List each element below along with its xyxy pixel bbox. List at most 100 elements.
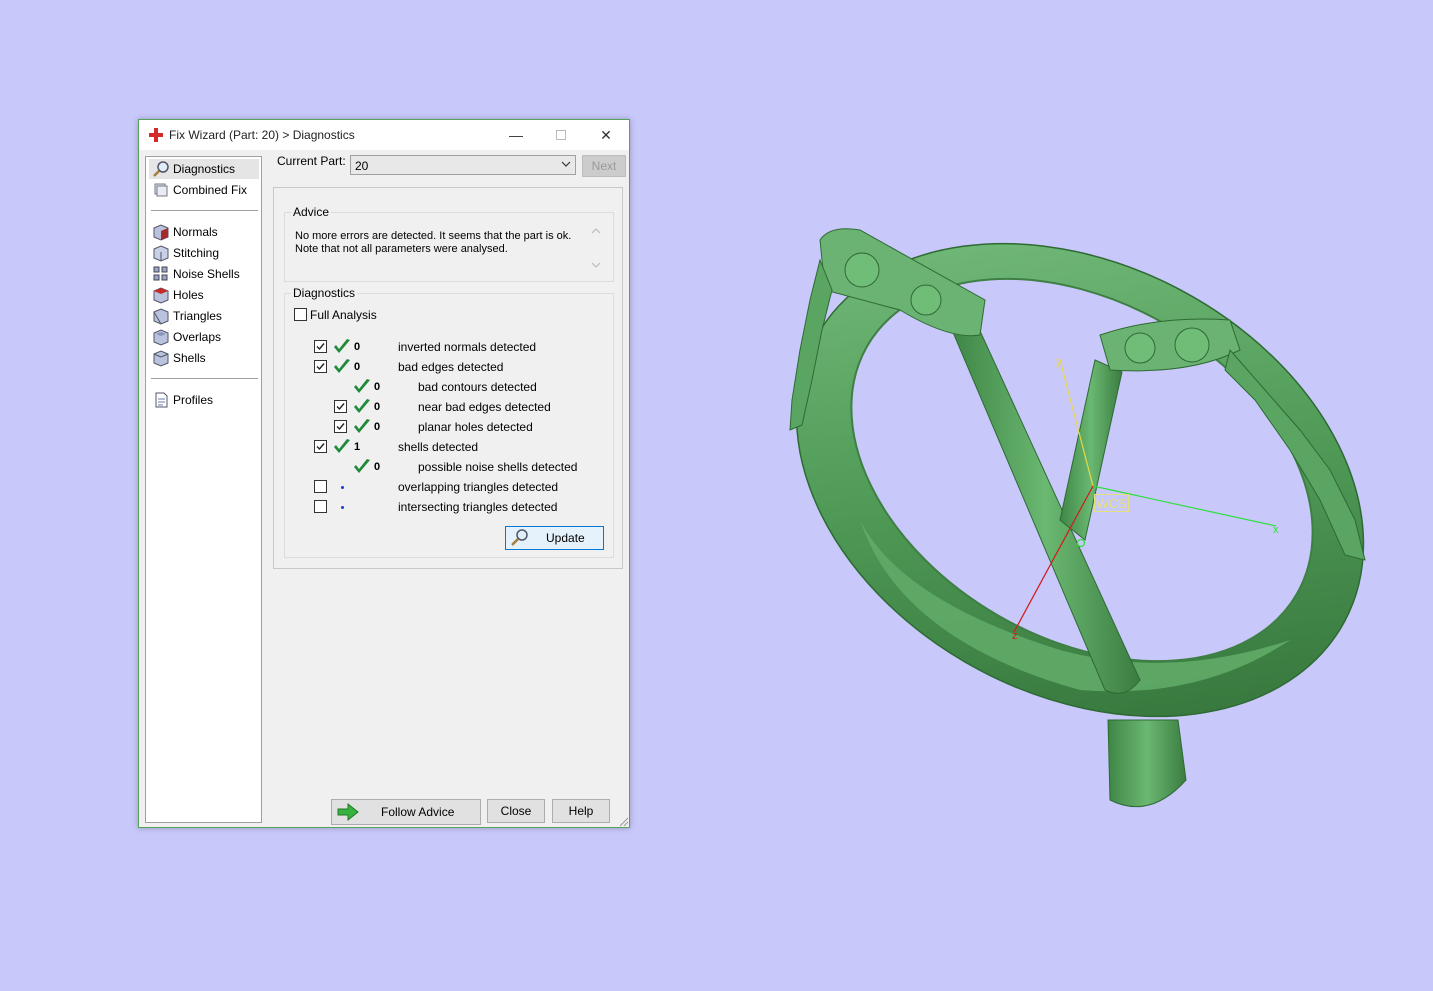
sidebar-item-label: Diagnostics bbox=[173, 162, 236, 176]
diagnostic-checkbox[interactable] bbox=[314, 340, 327, 353]
status-ok-icon bbox=[354, 399, 370, 413]
next-button[interactable]: Next bbox=[582, 155, 626, 177]
minimize-button[interactable]: — bbox=[493, 120, 539, 150]
diagnostic-label: possible noise shells detected bbox=[418, 460, 578, 474]
sidebar-item-combined-fix[interactable]: Combined Fix bbox=[149, 180, 259, 200]
update-button[interactable]: Update bbox=[505, 526, 604, 550]
diagnostic-label: intersecting triangles detected bbox=[398, 500, 558, 514]
diagnostic-count: 0 bbox=[374, 381, 381, 393]
profiles-icon bbox=[155, 392, 168, 408]
diagnostic-row: 0 near bad edges detected bbox=[285, 398, 605, 416]
sidebar-item-label: Stitching bbox=[173, 246, 220, 260]
resize-grip-icon[interactable] bbox=[617, 815, 629, 827]
sidebar-item-label: Holes bbox=[173, 288, 204, 302]
sidebar-item-holes[interactable]: Holes bbox=[149, 285, 259, 305]
advice-scrollbar[interactable] bbox=[588, 226, 604, 270]
sidebar-divider bbox=[151, 378, 258, 379]
follow-advice-label: Follow Advice bbox=[381, 805, 455, 819]
diagnostics-group: Diagnostics Full Analysis 0 inverted norm… bbox=[284, 286, 614, 558]
current-part-label: Current Part: bbox=[277, 154, 346, 168]
status-ok-icon bbox=[334, 359, 350, 373]
sidebar-item-noise-shells[interactable]: Noise Shells bbox=[149, 264, 259, 284]
full-analysis-checkbox[interactable] bbox=[294, 308, 307, 321]
sidebar-item-triangles[interactable]: Triangles bbox=[149, 306, 259, 326]
maximize-icon bbox=[556, 130, 566, 140]
green-arrow-icon bbox=[337, 803, 359, 821]
follow-advice-button[interactable]: Follow Advice bbox=[331, 799, 481, 825]
diagnostics-legend: Diagnostics bbox=[291, 286, 358, 300]
status-ok-icon bbox=[334, 339, 350, 353]
diagnostic-count: 1 bbox=[354, 441, 361, 453]
sidebar-item-label: Profiles bbox=[173, 393, 214, 407]
z-axis-label: z bbox=[1012, 630, 1018, 642]
diagnostic-checkbox[interactable] bbox=[334, 400, 347, 413]
sidebar-item-diagnostics[interactable]: Diagnostics bbox=[149, 159, 259, 179]
checkmark-icon bbox=[316, 363, 325, 371]
advice-text: No more errors are detected. It seems th… bbox=[295, 230, 580, 256]
advice-box: No more errors are detected. It seems th… bbox=[286, 222, 612, 272]
sidebar-item-label: Overlaps bbox=[173, 330, 222, 344]
status-ok-icon bbox=[354, 459, 370, 473]
diagnostic-row: 0 planar holes detected bbox=[285, 418, 605, 436]
title-bar[interactable]: Fix Wizard (Part: 20) > Diagnostics — ✕ bbox=[139, 120, 629, 150]
checkmark-icon bbox=[336, 403, 345, 411]
magnifier-icon bbox=[153, 161, 169, 177]
sidebar-item-overlaps[interactable]: Overlaps bbox=[149, 327, 259, 347]
sidebar-item-shells[interactable]: Shells bbox=[149, 348, 259, 368]
maximize-button[interactable] bbox=[538, 120, 584, 150]
diagnostic-label: bad contours detected bbox=[418, 380, 537, 394]
diagnostics-panel: Advice No more errors are detected. It s… bbox=[273, 187, 623, 569]
diagnostic-count: 0 bbox=[374, 421, 381, 433]
diagnostic-checkbox[interactable] bbox=[334, 420, 347, 433]
checkmark-icon bbox=[316, 343, 325, 351]
sidebar-item-label: Noise Shells bbox=[173, 267, 240, 281]
current-part-select[interactable]: 20 bbox=[350, 155, 576, 175]
current-part-value: 20 bbox=[355, 159, 369, 173]
wizard-sidebar: Diagnostics Combined Fix Normals Stitchi… bbox=[145, 156, 262, 823]
diagnostic-row: intersecting triangles detected bbox=[285, 498, 605, 516]
diagnostic-count: 0 bbox=[354, 341, 361, 353]
diagnostic-row: 0 bad edges detected bbox=[285, 358, 605, 376]
diagnostic-row: 0 inverted normals detected bbox=[285, 338, 605, 356]
diagnostic-label: shells detected bbox=[398, 440, 479, 454]
diagnostic-label: inverted normals detected bbox=[398, 340, 537, 354]
sidebar-item-profiles[interactable]: Profiles bbox=[149, 390, 259, 410]
full-analysis-label: Full Analysis bbox=[310, 308, 377, 322]
diagnostic-checkbox[interactable] bbox=[314, 500, 327, 513]
close-button[interactable]: Close bbox=[487, 799, 545, 823]
diagnostic-row: overlapping triangles detected bbox=[285, 478, 605, 496]
advice-line-2: Note that not all parameters were analys… bbox=[295, 243, 508, 255]
close-window-button[interactable]: ✕ bbox=[583, 120, 629, 150]
shells-icon bbox=[153, 350, 169, 367]
diagnostic-row: 0 bad contours detected bbox=[285, 378, 605, 396]
triangles-icon bbox=[153, 308, 169, 325]
overlaps-icon bbox=[153, 329, 169, 346]
noise-shells-icon bbox=[153, 266, 168, 281]
stitching-icon bbox=[153, 245, 169, 262]
sidebar-item-stitching[interactable]: Stitching bbox=[149, 243, 259, 263]
y-axis-label: y bbox=[1056, 356, 1062, 368]
fix-wizard-cross-icon bbox=[149, 128, 163, 142]
diagnostic-checkbox[interactable] bbox=[314, 440, 327, 453]
window-title: Fix Wizard (Part: 20) > Diagnostics bbox=[169, 128, 355, 142]
advice-legend: Advice bbox=[291, 205, 332, 219]
diagnostic-count: 0 bbox=[374, 461, 381, 473]
update-label: Update bbox=[546, 531, 585, 545]
diagnostic-row: 1 shells detected bbox=[285, 438, 605, 456]
sidebar-item-normals[interactable]: Normals bbox=[149, 222, 259, 242]
diagnostic-checkbox[interactable] bbox=[314, 480, 327, 493]
status-ok-icon bbox=[334, 439, 350, 453]
diagnostic-label: overlapping triangles detected bbox=[398, 480, 559, 494]
advice-line-1: No more errors are detected. It seems th… bbox=[295, 230, 572, 242]
sidebar-divider bbox=[151, 210, 258, 211]
diagnostic-checkbox[interactable] bbox=[314, 360, 327, 373]
status-pending-icon bbox=[341, 506, 344, 509]
sidebar-item-label: Combined Fix bbox=[173, 183, 248, 197]
normals-icon bbox=[153, 224, 169, 241]
advice-group: Advice No more errors are detected. It s… bbox=[284, 205, 614, 282]
sidebar-item-label: Triangles bbox=[173, 309, 222, 323]
checkmark-icon bbox=[316, 443, 325, 451]
status-pending-icon bbox=[341, 486, 344, 489]
status-ok-icon bbox=[354, 419, 370, 433]
help-button[interactable]: Help bbox=[552, 799, 610, 823]
